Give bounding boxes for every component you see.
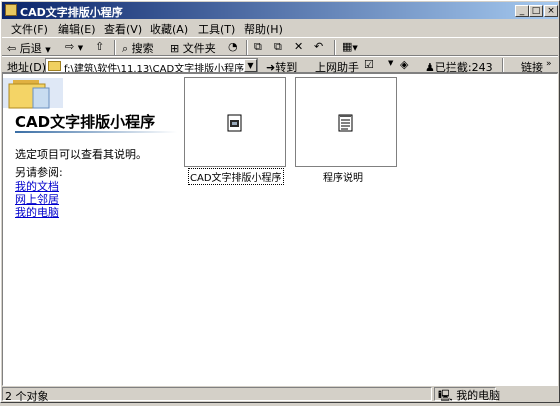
dropdown-arrow-icon: ▼	[45, 46, 51, 54]
menu-favorites[interactable]: 收藏(A)	[150, 21, 188, 37]
delete-icon: ✕	[294, 40, 304, 53]
status-bar: 2 个对象 🖳 我的电脑	[2, 386, 558, 403]
menu-bar: 文件(F) 编辑(E) 查看(V) 收藏(A) 工具(T) 帮助(H)	[2, 19, 558, 37]
copy-to-icon: ⧉	[274, 40, 282, 53]
move-to-button[interactable]: ⧉	[254, 40, 262, 54]
search-icon: ⌕	[122, 42, 129, 55]
title-bar[interactable]: CAD文字排版小程序 _ □ ×	[2, 2, 558, 19]
computer-icon: 🖳	[438, 389, 453, 402]
pane-title: CAD文字排版小程序	[15, 113, 156, 131]
address-bar: 地址(D) f:\建筑\软件\11.13\CAD文字排版小程序 ▼ ➜转到 上网…	[2, 56, 558, 74]
toolbar-separator	[246, 40, 248, 55]
content-area: CAD文字排版小程序 选定项目可以查看其说明。 另请参阅: 我的文档 网上邻居 …	[2, 73, 558, 386]
folders-button[interactable]: ⊞ 文件夹	[170, 40, 216, 56]
address-value: f:\建筑\软件\11.13\CAD文字排版小程序	[64, 64, 245, 73]
program-icon	[227, 114, 242, 132]
toolbar-separator	[502, 58, 504, 72]
window-title: CAD文字排版小程序	[20, 6, 123, 19]
address-input[interactable]: f:\建筑\软件\11.13\CAD文字排版小程序 ▼	[45, 58, 258, 73]
menu-view[interactable]: 查看(V)	[104, 21, 142, 37]
pane-hint: 选定项目可以查看其说明。	[15, 148, 147, 161]
folders-icon: ⊞	[170, 42, 180, 55]
folder-banner-icon	[3, 74, 181, 114]
menu-help[interactable]: 帮助(H)	[244, 21, 283, 37]
dropdown-arrow-icon[interactable]: ▼	[388, 59, 393, 67]
back-button[interactable]: ⇦ 后退 ▼	[7, 40, 51, 56]
menu-tools[interactable]: 工具(T)	[198, 21, 235, 37]
forward-button[interactable]: ⇨ ▼	[65, 40, 83, 53]
undo-icon: ↶	[314, 40, 324, 53]
item-thumbnail[interactable]	[184, 77, 286, 167]
dropdown-arrow-icon: ▼	[352, 44, 358, 52]
up-folder-icon: ⇧	[95, 40, 105, 53]
views-icon: ▦	[342, 40, 353, 53]
explorer-window: CAD文字排版小程序 _ □ × 文件(F) 编辑(E) 查看(V) 收藏(A)…	[0, 0, 560, 403]
views-button[interactable]: ▦▼	[342, 40, 358, 53]
history-button[interactable]: ◔	[228, 40, 238, 53]
status-location: 🖳 我的电脑	[438, 389, 501, 402]
item-label[interactable]: 程序说明	[323, 169, 363, 184]
forward-arrow-icon: ⇨	[65, 40, 75, 53]
folder-icon	[48, 61, 61, 71]
chevron-right-icon[interactable]: »	[546, 59, 552, 69]
undo-button[interactable]: ↶	[314, 40, 323, 53]
menu-edit[interactable]: 编辑(E)	[58, 21, 96, 37]
toolbar: ⇦ 后退 ▼ ⇨ ▼ ⇧ ⌕ 搜索 ⊞ 文件夹 ◔ ⧉ ⧉ ✕ ↶ ▦▼	[2, 37, 558, 56]
eraser-icon[interactable]: ◈	[400, 58, 408, 71]
link-my-computer[interactable]: 我的电脑	[15, 204, 59, 220]
address-dropdown-icon[interactable]: ▼	[244, 59, 257, 72]
up-folder-button[interactable]: ⇧	[95, 40, 104, 53]
dropdown-arrow-icon: ▼	[77, 44, 84, 52]
history-icon: ◔	[228, 40, 238, 53]
toolbar-separator	[114, 40, 116, 55]
toolbar-separator	[334, 40, 336, 55]
item-thumbnail[interactable]	[295, 77, 397, 167]
move-to-icon: ⧉	[254, 40, 262, 53]
delete-button[interactable]: ✕	[294, 40, 303, 53]
close-button[interactable]: ×	[544, 5, 558, 17]
status-count: 2 个对象	[2, 387, 432, 403]
folder-icon	[5, 4, 17, 16]
item-label[interactable]: CAD文字排版小程序	[188, 168, 284, 185]
search-button[interactable]: ⌕ 搜索	[122, 40, 154, 56]
web-view-pane: CAD文字排版小程序 选定项目可以查看其说明。 另请参阅: 我的文档 网上邻居 …	[3, 74, 181, 385]
maximize-button[interactable]: □	[529, 5, 543, 17]
minimize-button[interactable]: _	[515, 5, 529, 17]
copy-to-button[interactable]: ⧉	[274, 40, 282, 54]
pane-divider	[15, 131, 177, 133]
mail-icon[interactable]: ☑	[364, 58, 374, 71]
document-icon	[338, 114, 353, 132]
menu-file[interactable]: 文件(F)	[11, 21, 48, 37]
back-arrow-icon: ⇦	[7, 42, 17, 55]
